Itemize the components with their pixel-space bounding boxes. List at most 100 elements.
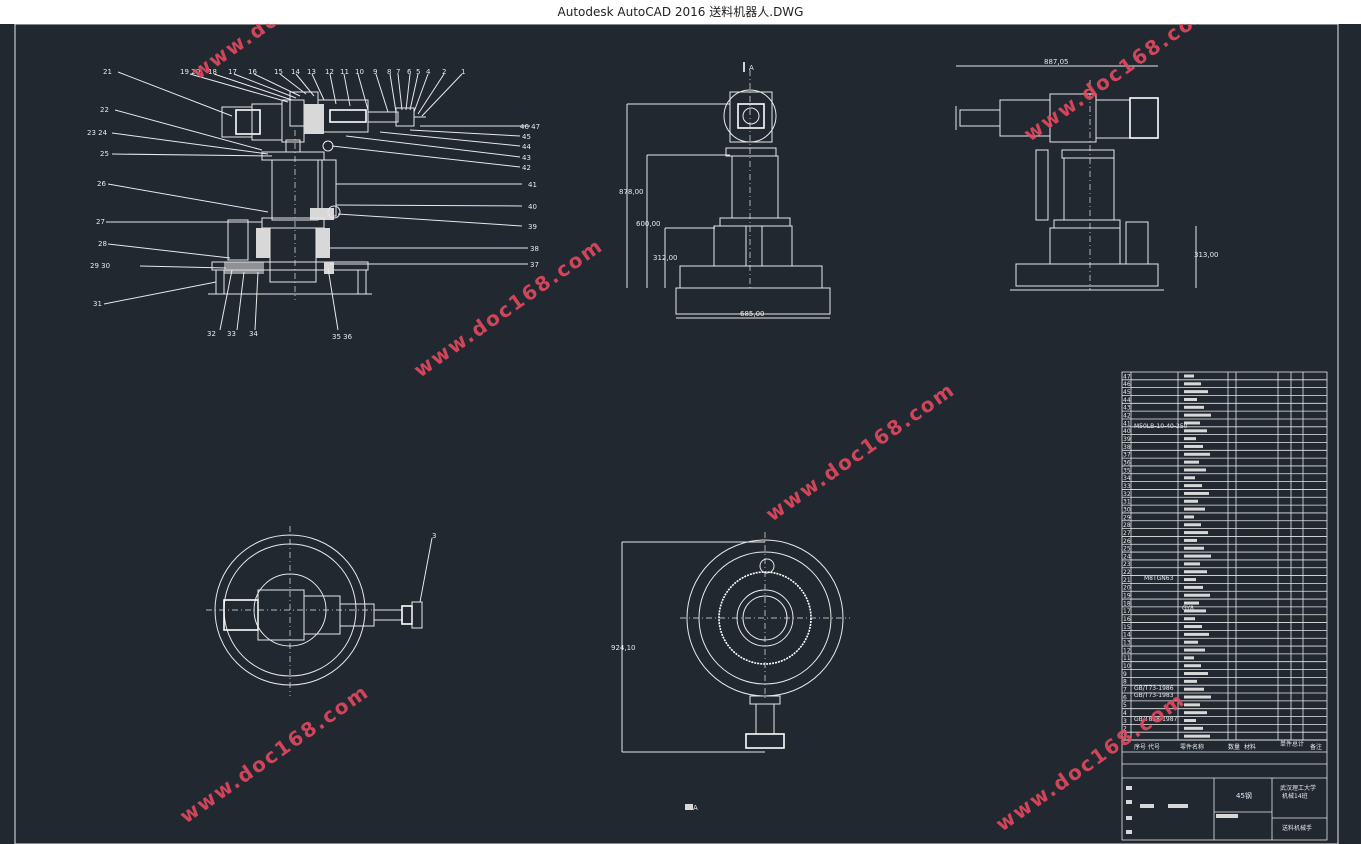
- parts-row-number: 24: [1123, 553, 1131, 560]
- parts-row-number: 39: [1123, 436, 1131, 443]
- part-label: 37: [530, 261, 539, 269]
- header-col: 单件: [1280, 740, 1292, 748]
- parts-row-number: 13: [1123, 640, 1131, 647]
- header-col: 材料: [1244, 743, 1256, 751]
- view-marker: A: [693, 804, 698, 812]
- part-label: 8: [387, 68, 391, 76]
- part-label: 31: [93, 300, 102, 308]
- parts-row-name-mark: [1184, 593, 1210, 597]
- std-part: M8TGN63: [1144, 575, 1174, 582]
- part-label: 29 30: [90, 262, 110, 270]
- dim-label: 313,00: [1194, 251, 1219, 259]
- class-name: 机械14班: [1282, 792, 1308, 800]
- part-labels-left: 21 22 23 24 25 26 27 28 29 30 31: [87, 68, 112, 308]
- std-part: M50LB-10-40-250: [1134, 423, 1188, 430]
- parts-list: 4746454443424140393837363534333231302928…: [1121, 371, 1328, 741]
- parts-row-name-mark: [1184, 452, 1210, 456]
- material-cell: 45钢: [1236, 791, 1252, 800]
- parts-row-name-mark: [1184, 444, 1203, 448]
- parts-row-number: 15: [1123, 624, 1131, 631]
- parts-row-number: 21: [1123, 577, 1131, 584]
- part-label: 14: [291, 68, 300, 76]
- header-col: 总计: [1292, 740, 1304, 748]
- drawing-canvas[interactable]: 19 20 18 17 16 15 14 13 12 11 10 9 8 7 6…: [0, 24, 1361, 844]
- part-label: 40: [528, 203, 537, 211]
- part-label: 33: [227, 330, 236, 338]
- parts-row-number: 22: [1123, 569, 1131, 576]
- dim-label: 312,00: [653, 254, 678, 262]
- dim-label: 878,00: [619, 188, 644, 196]
- parts-row-number: 4: [1123, 710, 1127, 717]
- parts-row-name-mark: [1184, 507, 1205, 511]
- parts-row-name-mark: [1184, 374, 1194, 378]
- parts-row-number: 25: [1123, 546, 1131, 553]
- title-block: 序号 代号 零件名称 数量 材料 单件 总计 备注 45钢 武汉理工大学 机械1…: [1121, 739, 1328, 841]
- part-label: 34: [249, 330, 258, 338]
- part-label: 11: [340, 68, 349, 76]
- parts-row-number: 34: [1123, 475, 1131, 482]
- part-label: 12: [325, 68, 334, 76]
- part-label: 5: [416, 68, 420, 76]
- part-label: 44: [522, 143, 531, 151]
- parts-row-name-mark: [1184, 437, 1196, 441]
- parts-row-number: 16: [1123, 616, 1131, 623]
- parts-row-name-mark: [1184, 625, 1202, 629]
- header-col: 零件名称: [1180, 743, 1204, 751]
- parts-row-name-mark: [1184, 664, 1201, 668]
- parts-row-number: 7: [1123, 687, 1127, 694]
- parts-row-number: 14: [1123, 632, 1131, 639]
- bottom-view: [621, 532, 850, 810]
- header-col: 代号: [1148, 743, 1160, 751]
- part-label: 26: [97, 180, 106, 188]
- parts-row-name-mark: [1184, 648, 1205, 652]
- parts-row-number: 26: [1123, 538, 1131, 545]
- dim-label: 887,05: [1044, 58, 1069, 66]
- parts-row-number: 18: [1123, 600, 1131, 607]
- part-label: 21: [103, 68, 112, 76]
- parts-row-name-mark: [1184, 546, 1204, 550]
- watermark-text: www.doc168.com: [175, 679, 373, 828]
- part-label: 25: [100, 150, 109, 158]
- watermark-text: www.doc168.com: [761, 377, 959, 526]
- parts-row-number: 5: [1123, 702, 1127, 709]
- parts-row-name-mark: [1184, 538, 1197, 542]
- part-labels-top: 19 20 18 17 16 15 14 13 12 11 10 9 8 7 6…: [180, 68, 465, 76]
- parts-row-name-mark: [1184, 672, 1208, 676]
- part-label: 17: [228, 68, 237, 76]
- parts-row-name-mark: [1184, 578, 1196, 582]
- parts-row-number: 29: [1123, 514, 1131, 521]
- dim-label: 685,00: [740, 310, 765, 318]
- part-label: 43: [522, 154, 531, 162]
- parts-row-number: 20: [1123, 585, 1131, 592]
- part-label: 35 36: [332, 333, 353, 341]
- dim-label: 600,00: [636, 220, 661, 228]
- parts-row-number: 44: [1123, 397, 1131, 404]
- parts-row-number: 28: [1123, 522, 1131, 529]
- part-label: 4: [426, 68, 431, 76]
- parts-row-number: 23: [1123, 561, 1131, 568]
- part-label: 42: [522, 164, 531, 172]
- dim-label: 924,10: [611, 644, 636, 652]
- parts-row-number: 27: [1123, 530, 1131, 537]
- parts-row-name-mark: [1184, 617, 1195, 621]
- parts-row-name-mark: [1184, 726, 1203, 730]
- part-labels-right: 46 47 45 44 43 42 41 40 39 38 37: [520, 123, 540, 269]
- front-view: [626, 62, 831, 319]
- parts-row-name-mark: [1184, 632, 1209, 636]
- part-label: 1: [461, 68, 465, 76]
- part-label: 9: [373, 68, 377, 76]
- part-label: 39: [528, 223, 537, 231]
- parts-row-name-mark: [1184, 484, 1202, 488]
- part-label: 15: [274, 68, 283, 76]
- parts-row-name-mark: [1184, 687, 1204, 691]
- header-col: 数量: [1228, 743, 1240, 751]
- watermark-text: www.doc168.com: [991, 687, 1189, 836]
- parts-row-name-mark: [1184, 656, 1194, 660]
- parts-row-number: 10: [1123, 663, 1131, 670]
- parts-row-name-mark: [1184, 562, 1200, 566]
- parts-row-name-mark: [1184, 491, 1209, 495]
- watermark-text: www.doc168.com: [1019, 24, 1217, 146]
- parts-row-name-mark: [1184, 515, 1194, 519]
- parts-row-number: 37: [1123, 452, 1131, 459]
- parts-row-number: 47: [1123, 373, 1131, 380]
